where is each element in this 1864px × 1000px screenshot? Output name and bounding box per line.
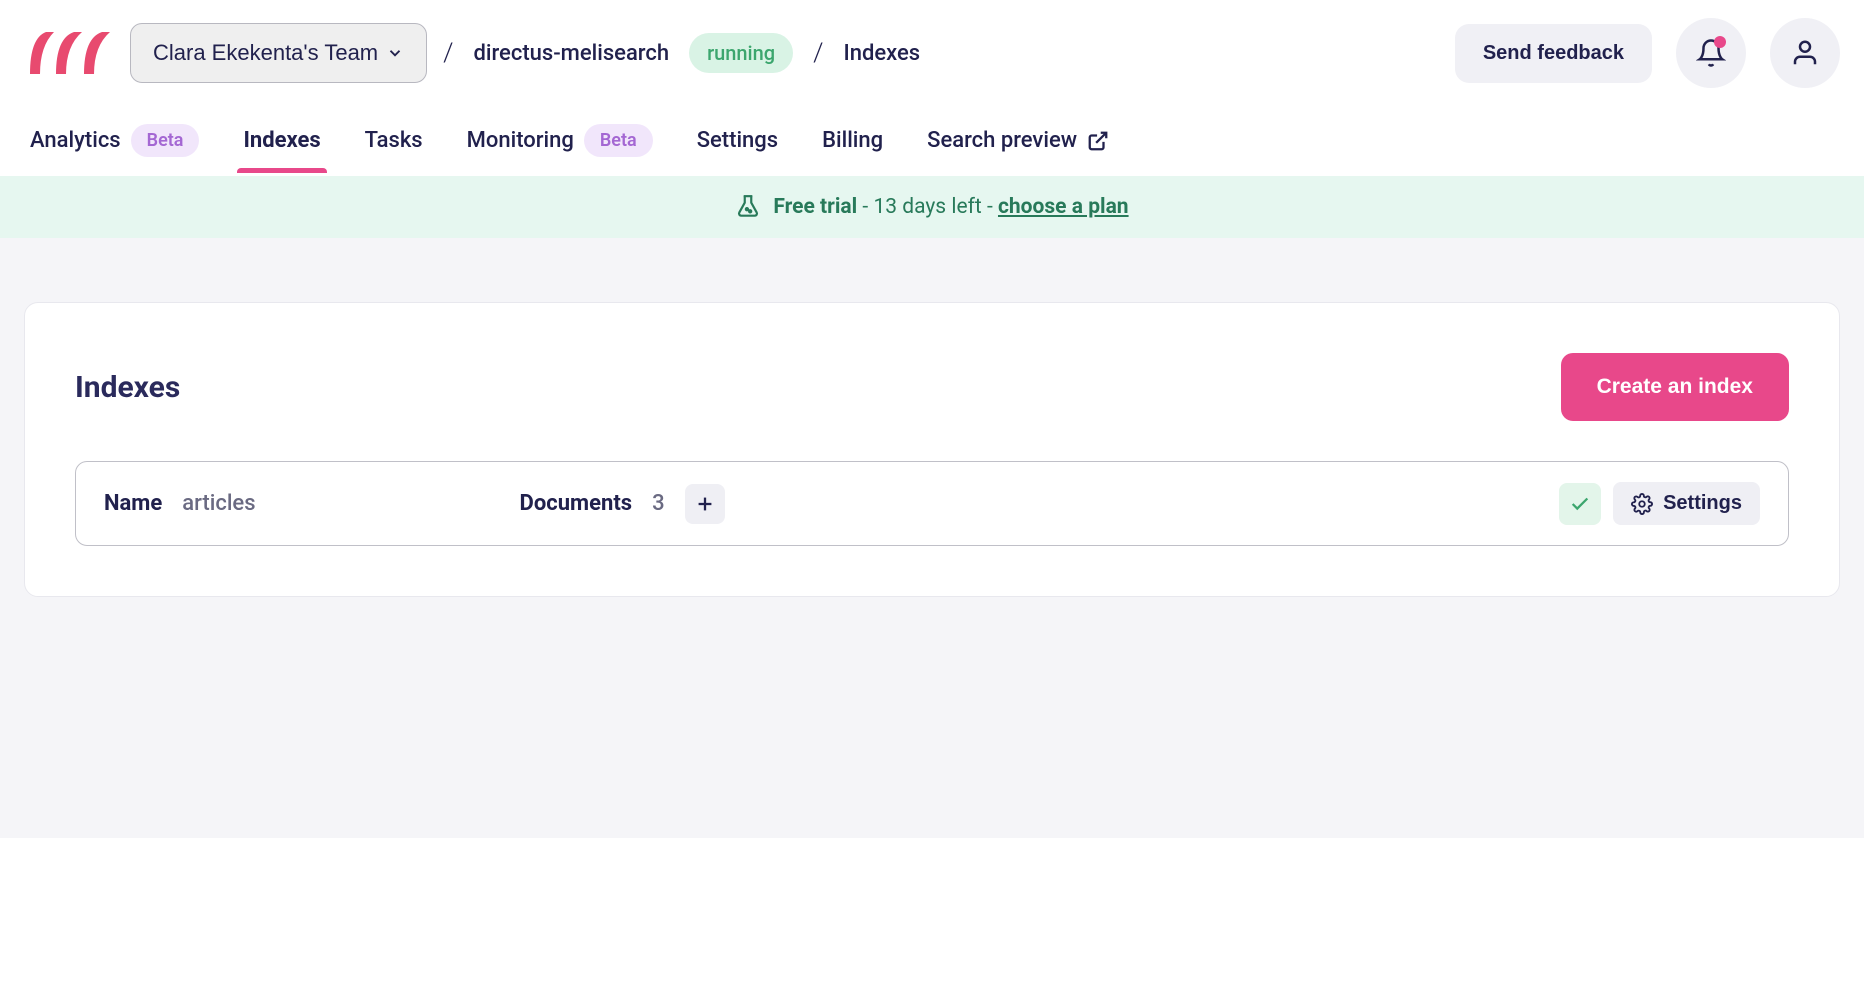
tab-label: Search preview (927, 128, 1077, 153)
check-icon (1569, 493, 1591, 515)
project-name[interactable]: directus-melisearch (473, 41, 669, 66)
name-label: Name (104, 491, 162, 516)
status-ok-badge (1559, 483, 1601, 525)
tab-analytics[interactable]: Analytics Beta (24, 106, 205, 175)
documents-label: Documents (520, 491, 633, 516)
settings-label: Settings (1663, 492, 1742, 515)
tab-label: Indexes (243, 128, 320, 153)
breadcrumb-separator: / (443, 38, 453, 68)
index-settings-button[interactable]: Settings (1613, 482, 1760, 525)
breadcrumb: / directus-melisearch running / Indexes (443, 33, 1439, 73)
breadcrumb-separator: / (813, 38, 823, 68)
tab-label: Analytics (30, 128, 121, 153)
tab-label: Billing (822, 128, 883, 153)
tab-indexes[interactable]: Indexes (237, 110, 326, 171)
trial-days: - 13 days left - (857, 195, 998, 219)
header-actions: Send feedback (1455, 18, 1840, 88)
status-badge: running (689, 33, 793, 73)
trial-title: Free trial (773, 195, 857, 219)
notification-dot (1714, 36, 1726, 48)
beta-badge: Beta (584, 124, 653, 157)
header: Clara Ekekenta's Team / directus-melisea… (0, 0, 1864, 106)
index-row[interactable]: Name articles Documents 3 Settings (75, 461, 1789, 546)
tab-label: Tasks (365, 128, 423, 153)
nav-tabs: Analytics Beta Indexes Tasks Monitoring … (0, 106, 1864, 176)
plus-icon (694, 493, 716, 515)
card-header: Indexes Create an index (75, 353, 1789, 421)
add-documents-button[interactable] (685, 484, 725, 524)
indexes-card: Indexes Create an index Name articles Do… (24, 302, 1840, 597)
profile-button[interactable] (1770, 18, 1840, 88)
send-feedback-button[interactable]: Send feedback (1455, 24, 1652, 83)
chevron-down-icon (386, 44, 404, 62)
notifications-button[interactable] (1676, 18, 1746, 88)
tab-billing[interactable]: Billing (816, 110, 889, 171)
external-link-icon (1087, 130, 1109, 152)
tab-label: Monitoring (467, 128, 574, 153)
index-name: articles (182, 491, 255, 516)
breadcrumb-page: Indexes (843, 41, 920, 66)
user-icon (1790, 38, 1820, 68)
logo (24, 26, 114, 80)
choose-plan-link[interactable]: choose a plan (998, 195, 1129, 219)
beta-badge: Beta (131, 124, 200, 157)
create-index-button[interactable]: Create an index (1561, 353, 1789, 421)
team-selector[interactable]: Clara Ekekenta's Team (130, 23, 427, 83)
tab-tasks[interactable]: Tasks (359, 110, 429, 171)
tab-settings[interactable]: Settings (691, 110, 784, 171)
trial-banner: Free trial - 13 days left - choose a pla… (0, 176, 1864, 238)
trial-icon (735, 194, 761, 220)
tab-search-preview[interactable]: Search preview (921, 110, 1115, 171)
content-area: Indexes Create an index Name articles Do… (0, 238, 1864, 838)
documents-count: 3 (652, 491, 665, 516)
tab-label: Settings (697, 128, 778, 153)
team-name: Clara Ekekenta's Team (153, 40, 378, 66)
page-title: Indexes (75, 370, 180, 405)
gear-icon (1631, 493, 1653, 515)
tab-monitoring[interactable]: Monitoring Beta (461, 106, 659, 175)
